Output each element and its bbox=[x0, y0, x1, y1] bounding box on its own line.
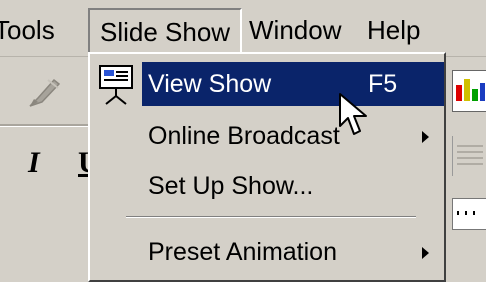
toolbar-divider bbox=[0, 124, 90, 127]
menu-item-preset-animation-label: Preset Animation bbox=[148, 238, 337, 266]
menu-help[interactable]: Help bbox=[367, 12, 420, 48]
menu-item-view-show[interactable]: View Show F5 bbox=[142, 62, 444, 106]
submenu-arrow-icon bbox=[422, 131, 429, 143]
menu-tools-label: Tools bbox=[0, 15, 55, 45]
menu-window[interactable]: Window bbox=[249, 12, 341, 48]
arrow-cursor-icon bbox=[339, 93, 367, 135]
menu-window-label: Window bbox=[249, 15, 342, 45]
slide-show-dropdown-menu: View Show F5 Online Broadcast Set Up Sho… bbox=[88, 52, 446, 282]
chart-icon[interactable] bbox=[452, 70, 486, 112]
menu-slide-show-label: Slide Show bbox=[100, 17, 231, 47]
menu-item-view-show-shortcut: F5 bbox=[368, 70, 398, 98]
italic-icon[interactable]: I bbox=[28, 146, 40, 180]
submenu-arrow-icon bbox=[422, 247, 429, 259]
menu-item-set-up-show[interactable]: Set Up Show... bbox=[90, 164, 444, 208]
menu-item-online-broadcast[interactable]: Online Broadcast bbox=[90, 114, 444, 158]
menu-slide-show[interactable]: Slide Show bbox=[88, 8, 243, 54]
pen-icon[interactable] bbox=[24, 72, 64, 112]
menu-help-label: Help bbox=[367, 15, 421, 45]
menu-item-set-up-show-label: Set Up Show... bbox=[148, 172, 314, 200]
menu-item-online-broadcast-label: Online Broadcast bbox=[148, 122, 340, 150]
align-icon[interactable] bbox=[452, 136, 486, 176]
menu-item-view-show-label: View Show bbox=[148, 70, 272, 98]
menu-bar: Tools Slide Show Window Help bbox=[0, 0, 486, 57]
menu-item-preset-animation[interactable]: Preset Animation bbox=[90, 230, 444, 274]
projector-screen-icon bbox=[99, 65, 133, 105]
menu-separator bbox=[126, 216, 416, 218]
menu-tools[interactable]: Tools bbox=[0, 12, 55, 48]
ruler-icon bbox=[452, 198, 486, 230]
